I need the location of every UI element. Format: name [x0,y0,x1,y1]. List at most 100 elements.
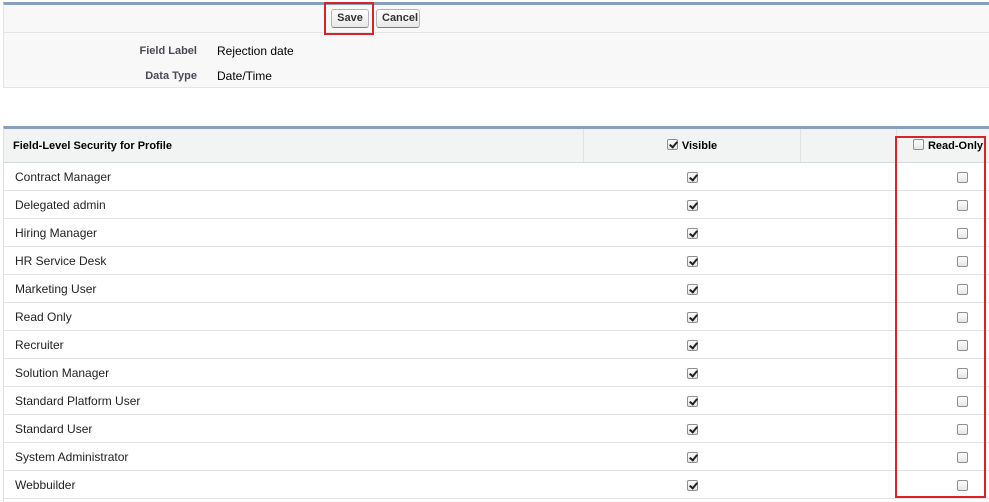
visible-cell [583,330,801,359]
page: Save Cancel Field Label Rejection date D… [0,0,989,502]
profile-name: HR Service Desk [4,246,584,275]
table-header-row: Field-Level Security for Profile Visible… [4,129,989,163]
profile-name: Standard Platform User [4,386,584,415]
read-only-cell [896,470,989,499]
read-only-checkbox[interactable] [957,227,969,239]
header-read-only: Read-Only [896,129,989,163]
table-row: Contract Manager [4,162,989,191]
read-only-checkbox[interactable] [957,311,969,323]
profile-name: Marketing User [4,274,584,303]
profile-name: Solution Manager [4,358,584,387]
table-row: Hiring Manager [4,218,989,247]
read-only-cell [896,162,989,191]
field-label-caption: Field Label [139,45,197,57]
header-visible: Visible [583,129,801,163]
read-only-select-all-checkbox[interactable] [912,139,924,151]
read-only-cell [896,274,989,303]
read-only-cell [896,218,989,247]
visible-cell [583,218,801,247]
security-table-body: Contract Manager Delegated admin Hiring Ma… [4,162,989,499]
save-button[interactable]: Save [331,9,369,28]
read-only-checkbox[interactable] [957,339,969,351]
visible-checkbox[interactable] [686,311,698,323]
header-visible-label: Visible [681,139,718,152]
spacer-cell [800,302,897,331]
visible-checkbox[interactable] [686,395,698,407]
read-only-cell [896,190,989,219]
visible-checkbox[interactable] [686,255,698,267]
visible-cell [583,162,801,191]
table-row: System Administrator [4,442,989,471]
read-only-cell [896,442,989,471]
read-only-checkbox[interactable] [957,451,969,463]
spacer-cell [800,274,897,303]
visible-cell [583,414,801,443]
profile-name: Delegated admin [4,190,584,219]
visible-select-all-checkbox[interactable] [666,139,678,151]
table-row: Read Only [4,302,989,331]
read-only-cell [896,330,989,359]
field-label-row: Field Label Rejection date [4,41,989,61]
profile-name: Read Only [4,302,584,331]
table-row: Solution Manager [4,358,989,387]
read-only-checkbox[interactable] [957,199,969,211]
button-bar: Save Cancel [4,2,989,35]
profile-name: Contract Manager [4,162,584,191]
read-only-checkbox[interactable] [957,395,969,407]
table-row: Marketing User [4,274,989,303]
visible-cell [583,386,801,415]
visible-checkbox[interactable] [686,367,698,379]
read-only-cell [896,386,989,415]
table-row: Recruiter [4,330,989,359]
read-only-checkbox[interactable] [957,423,969,435]
read-only-cell [896,358,989,387]
read-only-checkbox[interactable] [957,367,969,379]
read-only-cell [896,302,989,331]
visible-checkbox[interactable] [686,339,698,351]
header-profile: Field-Level Security for Profile [4,129,584,163]
cancel-button[interactable]: Cancel [376,9,420,28]
visible-cell [583,190,801,219]
table-row: HR Service Desk [4,246,989,275]
data-type-value: Date/Time [217,69,272,83]
field-level-security-table: Field-Level Security for Profile Visible… [4,129,989,499]
visible-cell [583,442,801,471]
visible-checkbox[interactable] [686,451,698,463]
visible-checkbox[interactable] [686,199,698,211]
spacer-cell [800,358,897,387]
spacer-cell [800,470,897,499]
data-type-row: Data Type Date/Time [4,66,989,86]
profile-name: System Administrator [4,442,584,471]
spacer-cell [800,442,897,471]
data-type-caption: Data Type [145,70,197,82]
visible-cell [583,302,801,331]
table-row: Webbuilder [4,470,989,499]
visible-checkbox[interactable] [686,171,698,183]
visible-checkbox[interactable] [686,423,698,435]
spacer-cell [800,190,897,219]
visible-cell [583,470,801,499]
read-only-cell [896,414,989,443]
header-read-only-label: Read-Only [927,139,983,152]
field-level-security-panel: Field-Level Security for Profile Visible… [3,126,989,502]
visible-cell [583,246,801,275]
visible-checkbox[interactable] [686,227,698,239]
read-only-checkbox[interactable] [957,255,969,267]
read-only-checkbox[interactable] [957,283,969,295]
spacer-cell [800,218,897,247]
profile-name: Standard User [4,414,584,443]
visible-checkbox[interactable] [686,479,698,491]
spacer-cell [800,386,897,415]
read-only-checkbox[interactable] [957,171,969,183]
visible-cell [583,274,801,303]
read-only-checkbox[interactable] [957,479,969,491]
spacer-cell [800,330,897,359]
profile-name: Recruiter [4,330,584,359]
visible-checkbox[interactable] [686,283,698,295]
spacer-cell [800,162,897,191]
read-only-cell [896,246,989,275]
profile-name: Webbuilder [4,470,584,499]
spacer-cell [800,414,897,443]
field-label-value: Rejection date [217,44,294,58]
spacer-cell [800,246,897,275]
